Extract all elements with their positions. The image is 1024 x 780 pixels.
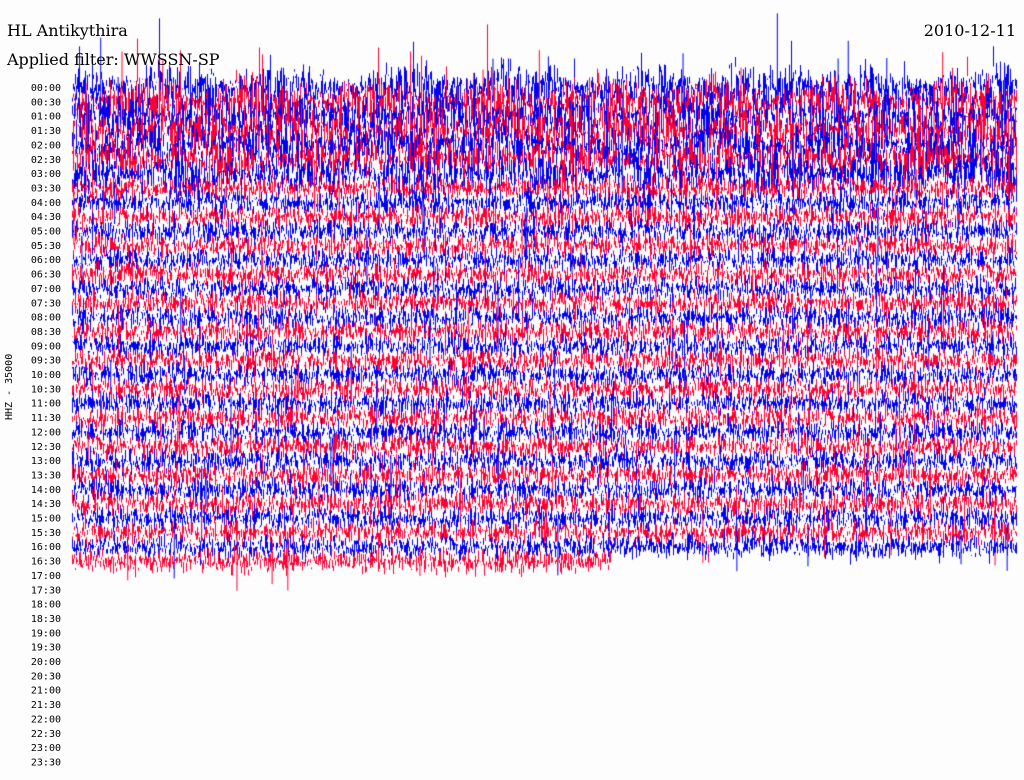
station-title: HL Antikythira [7, 21, 128, 40]
helicorder-plot [0, 0, 1024, 780]
date-label: 2010-12-11 [923, 21, 1016, 40]
filter-label: Applied filter: WWSSN-SP [7, 50, 220, 69]
channel-axis-label: HHZ - 35000 [4, 353, 15, 420]
